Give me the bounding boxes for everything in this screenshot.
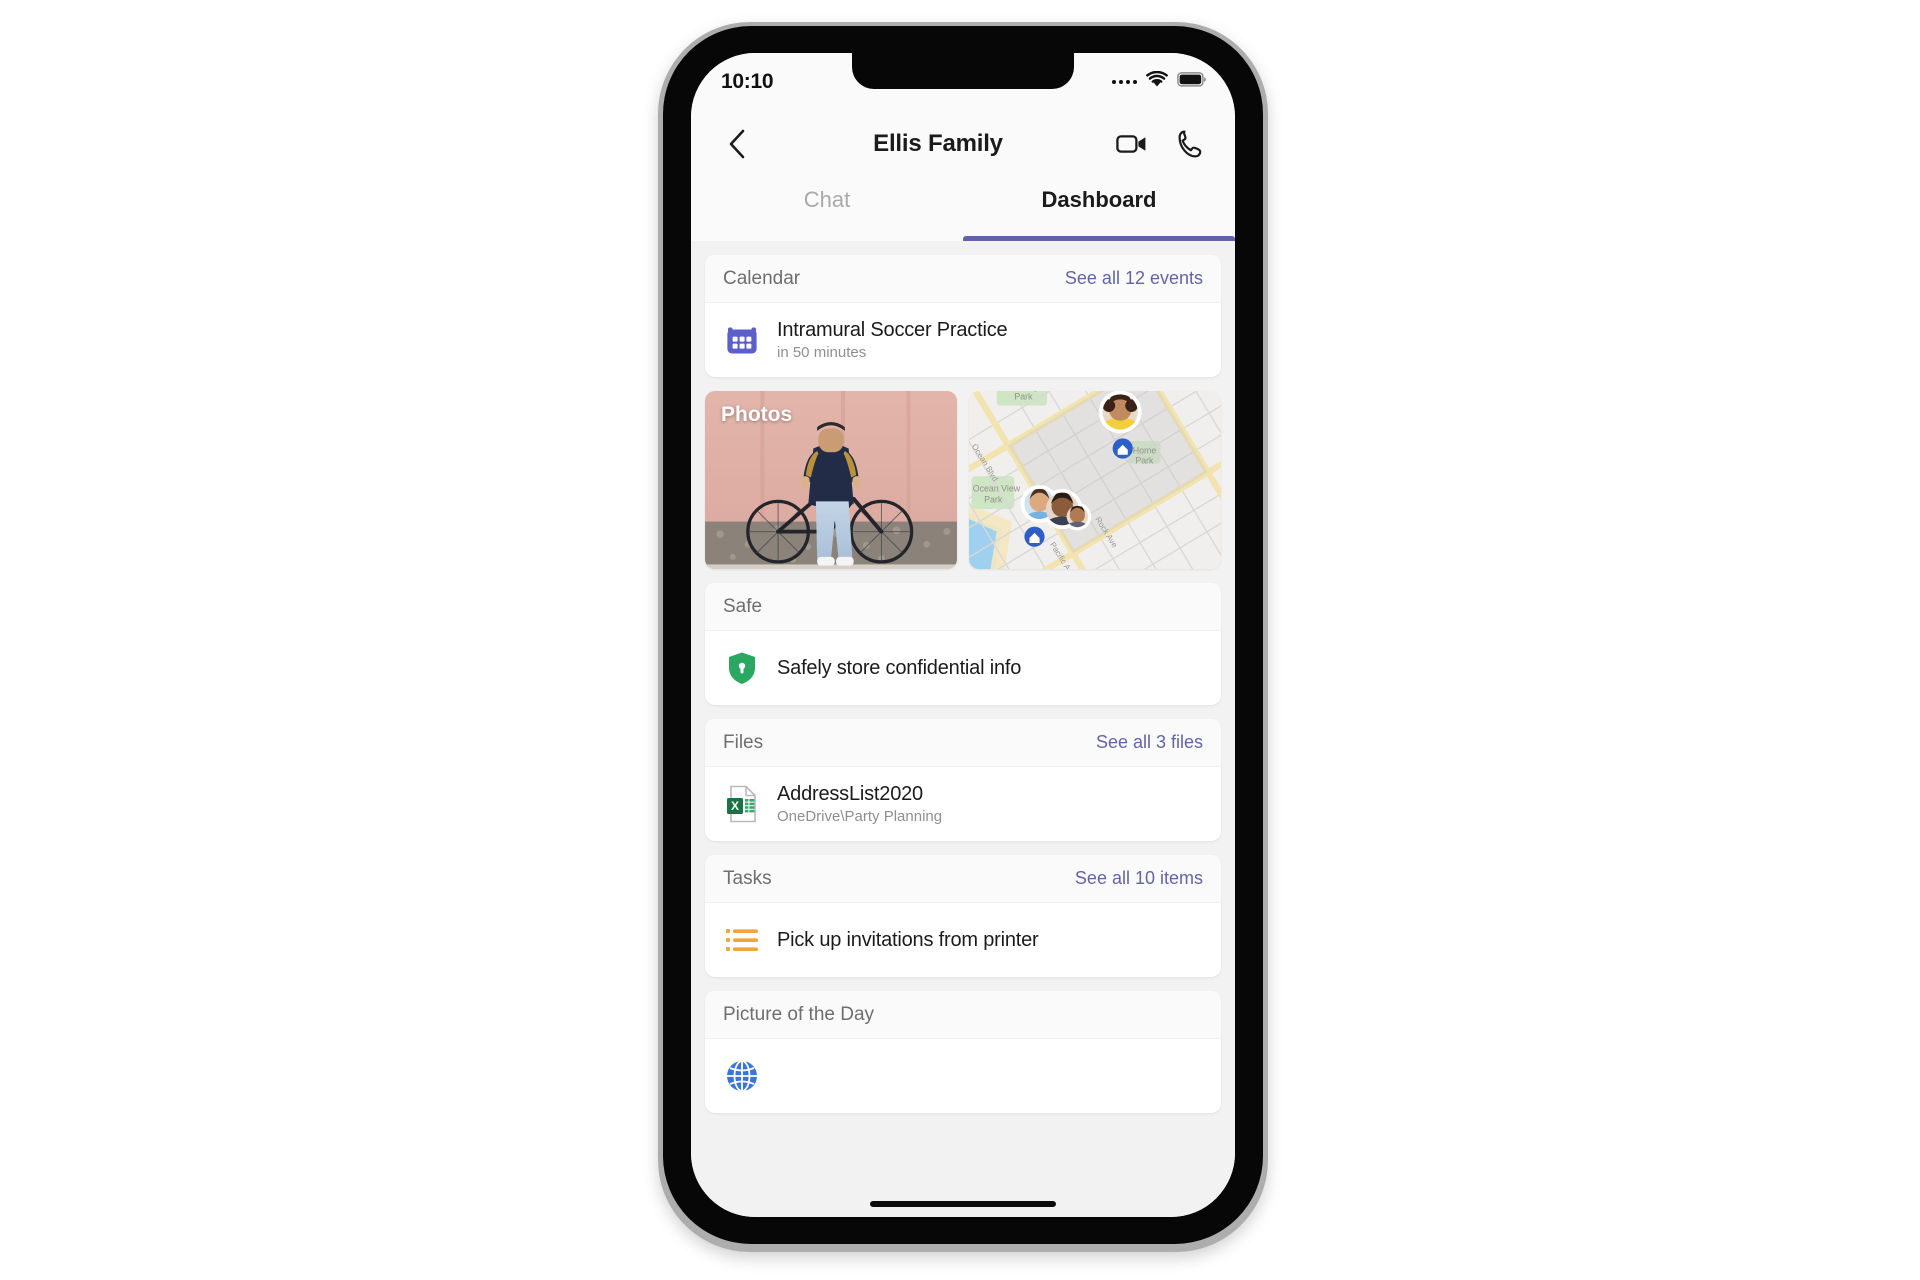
task-item-text: Pick up invitations from printer [777, 928, 1039, 952]
status-bar-time: 10:10 [721, 70, 774, 93]
safe-item-title: Safely store confidential info [777, 656, 1022, 679]
calendar-icon [723, 321, 761, 359]
svg-text:Ocean View: Ocean View [973, 483, 1021, 493]
file-item-text: AddressList2020 OneDrive\Party Planning [777, 783, 942, 825]
see-all-files-link[interactable]: See all 3 files [1096, 732, 1203, 753]
file-item-path: OneDrive\Party Planning [777, 808, 943, 825]
tab-dashboard[interactable]: Dashboard [963, 183, 1235, 241]
photos-tile-label: Photos [721, 403, 793, 426]
avatar-pin-single [1098, 391, 1142, 434]
task-item-row[interactable]: Pick up invitations from printer [705, 903, 1221, 977]
task-list-icon [723, 921, 761, 959]
picture-of-the-day-title: Picture of the Day [723, 1003, 875, 1025]
tasks-card-title: Tasks [723, 867, 772, 889]
phone-screen: 10:10 Ellis Family Chat Dashboard Calend… [691, 53, 1235, 1217]
calendar-event-title: Intramural Soccer Practice [777, 319, 1008, 341]
home-marker-2 [1024, 526, 1045, 547]
signal-dots-icon [1112, 80, 1137, 84]
home-marker-1 [1112, 438, 1133, 459]
calendar-event-text: Intramural Soccer Practice in 50 minutes [777, 319, 1008, 361]
safe-card-title: Safe [723, 595, 763, 617]
picture-of-the-day-row[interactable] [705, 1039, 1221, 1113]
tab-dashboard-label: Dashboard [1041, 187, 1157, 212]
svg-text:Park: Park [984, 495, 1003, 505]
tasks-card-header: Tasks See all 10 items [705, 855, 1221, 903]
page-title: Ellis Family [873, 130, 1003, 157]
wifi-icon [1146, 70, 1168, 93]
audio-call-button[interactable] [1171, 125, 1209, 163]
calendar-card-header: Calendar See all 12 events [705, 255, 1221, 303]
home-indicator [870, 1201, 1056, 1207]
svg-text:Park: Park [1014, 391, 1033, 401]
map-tile[interactable]: Los Amigos Park Ocean View Park Home Par… [969, 391, 1221, 569]
shield-lock-icon [723, 649, 761, 687]
svg-text:Park: Park [1135, 456, 1154, 466]
safe-item-row[interactable]: Safely store confidential info [705, 631, 1221, 705]
files-card-title: Files [723, 731, 764, 753]
header-actions [1113, 125, 1209, 163]
battery-icon [1177, 72, 1207, 92]
safe-card-header: Safe [705, 583, 1221, 631]
phone-notch [852, 53, 1074, 89]
picture-of-the-day-header: Picture of the Day [705, 991, 1221, 1039]
location-map: Los Amigos Park Ocean View Park Home Par… [969, 391, 1221, 569]
excel-file-icon: X [723, 785, 761, 823]
dashboard-content[interactable]: Calendar See all 12 events Intramural So… [691, 241, 1235, 1217]
tab-bar: Chat Dashboard [691, 183, 1235, 241]
active-tab-indicator [963, 236, 1235, 241]
back-button[interactable] [717, 124, 757, 164]
navigation-header: Ellis Family [691, 105, 1235, 183]
safe-card: Safe Safely store confidential info [705, 583, 1221, 705]
chevron-left-icon [729, 129, 745, 159]
video-camera-icon [1116, 135, 1146, 153]
calendar-card-title: Calendar [723, 267, 801, 289]
task-item-title: Pick up invitations from printer [777, 928, 1039, 951]
file-item-row[interactable]: X AddressList2020 OneDrive\Party Plannin… [705, 767, 1221, 841]
file-item-name: AddressList2020 [777, 783, 923, 805]
phone-device-frame: 10:10 Ellis Family Chat Dashboard Calend… [658, 22, 1268, 1252]
phone-bezel: 10:10 Ellis Family Chat Dashboard Calend… [663, 26, 1263, 1244]
safe-item-text: Safely store confidential info [777, 657, 1021, 680]
globe-icon [723, 1057, 761, 1095]
svg-text:Home: Home [1133, 446, 1157, 456]
svg-text:X: X [731, 799, 739, 813]
status-bar-indicators [1112, 70, 1207, 93]
screenshot-canvas: 10:10 Ellis Family Chat Dashboard Calend… [0, 0, 1920, 1280]
tasks-card: Tasks See all 10 items Pick up invitatio… [705, 855, 1221, 977]
calendar-card: Calendar See all 12 events Intramural So… [705, 255, 1221, 377]
tile-row: Photos Park Ocean View Park Home Park Ro… [705, 391, 1221, 569]
see-all-tasks-link[interactable]: See all 10 items [1075, 868, 1203, 889]
video-call-button[interactable] [1113, 125, 1151, 163]
photos-tile[interactable]: Photos [705, 391, 957, 569]
tab-chat[interactable]: Chat [691, 183, 963, 241]
phone-icon [1178, 130, 1202, 158]
calendar-event-row[interactable]: Intramural Soccer Practice in 50 minutes [705, 303, 1221, 377]
picture-of-the-day-card: Picture of the Day [705, 991, 1221, 1113]
tab-chat-label: Chat [803, 187, 851, 212]
files-card-header: Files See all 3 files [705, 719, 1221, 767]
calendar-event-time: in 50 minutes [777, 344, 867, 361]
see-all-events-link[interactable]: See all 12 events [1065, 268, 1203, 289]
files-card: Files See all 3 files X AddressList2020 … [705, 719, 1221, 841]
